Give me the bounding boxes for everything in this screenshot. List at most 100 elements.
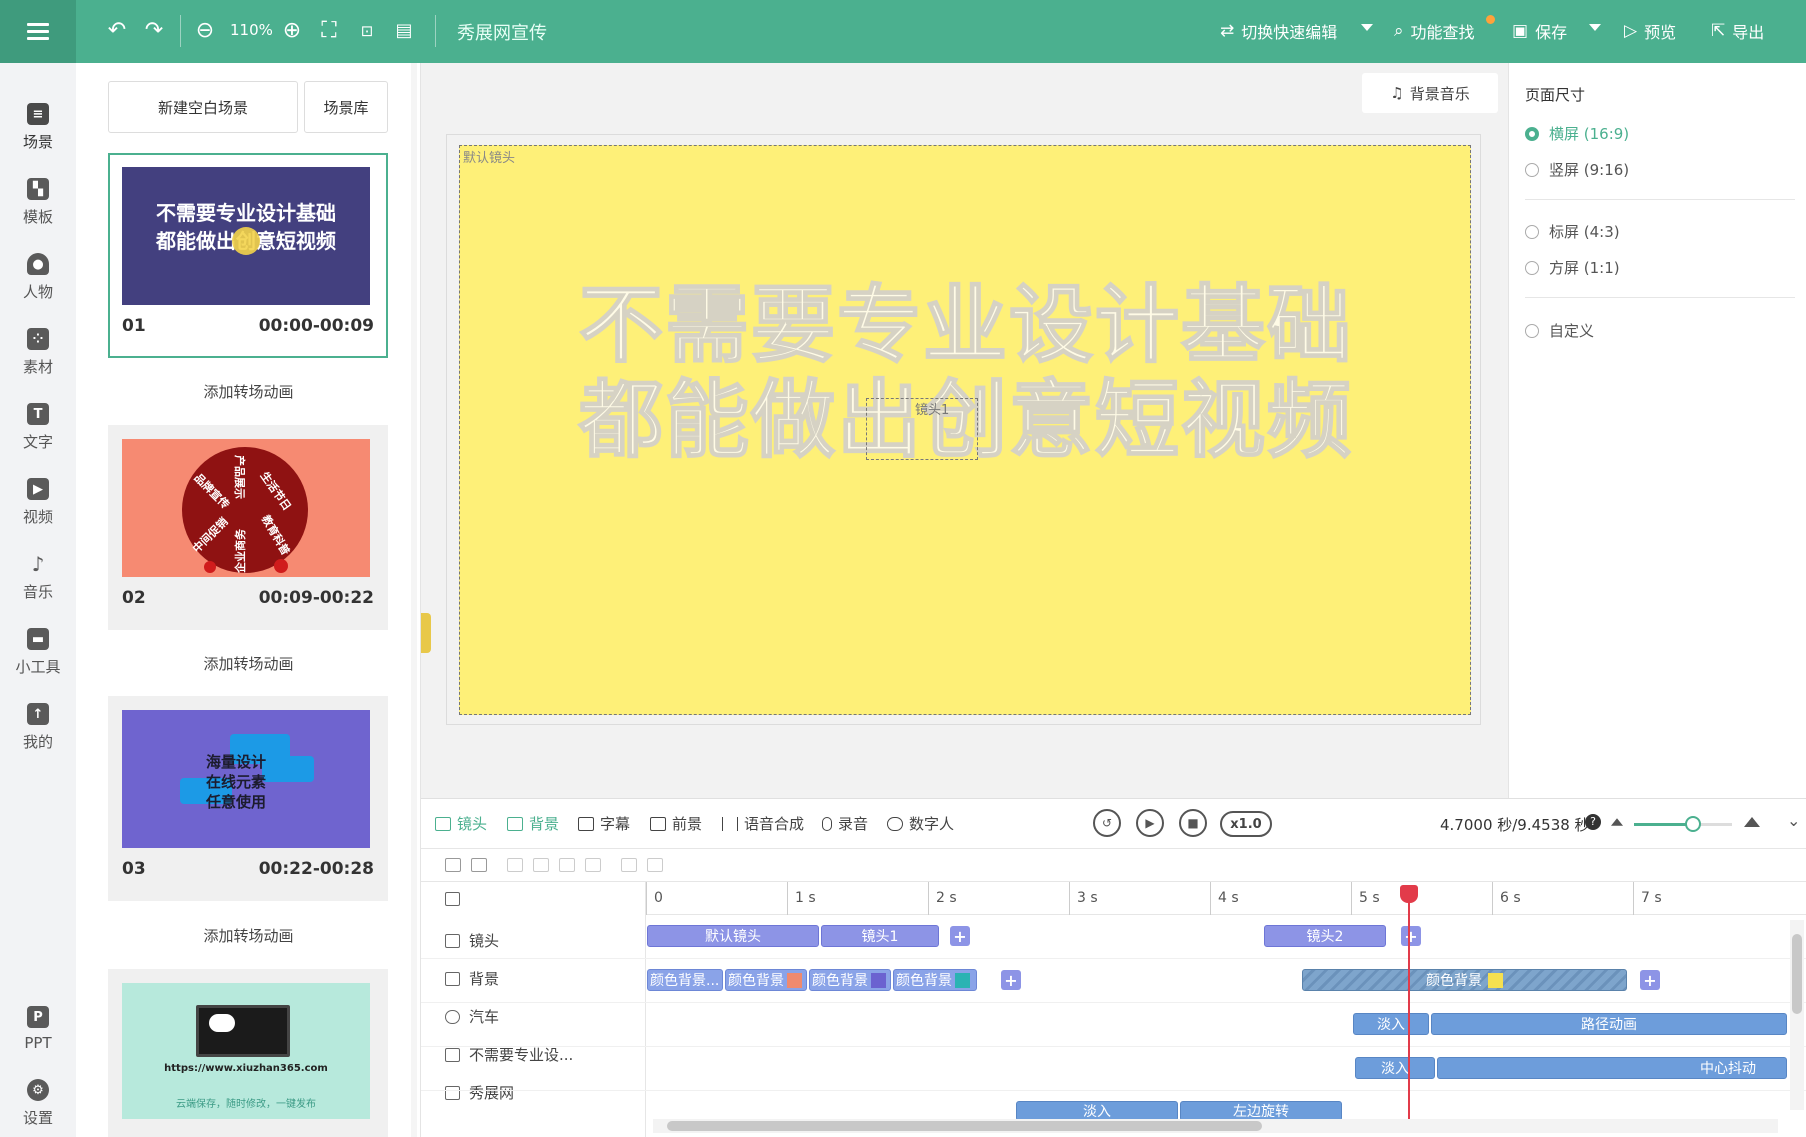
clip-color-bg[interactable]: 颜色背景 (893, 969, 977, 991)
clip-fade-in[interactable]: 淡入 (1355, 1057, 1435, 1079)
nav-item-mine[interactable]: ↑ 我的 (0, 703, 76, 773)
scene-panel-scrollbar[interactable] (411, 63, 417, 1137)
size-option-custom[interactable]: 自定义 (1525, 320, 1594, 341)
tab-digital-human[interactable]: 数字人 (887, 813, 954, 834)
new-blank-scene-button[interactable]: 新建空白场景 (108, 81, 298, 133)
unlink-icon[interactable] (647, 858, 663, 872)
nav-item-templates[interactable]: ▚ 模板 (0, 178, 76, 248)
add-transition-link[interactable]: 添加转场动画 (76, 925, 421, 946)
add-lens-button[interactable]: + (1401, 926, 1421, 946)
slider-handle[interactable] (1684, 816, 1701, 832)
clip-color-bg[interactable]: 颜色背景 (809, 969, 891, 991)
timeline-vertical-scrollbar[interactable] (1790, 920, 1804, 1110)
scene-card-02[interactable]: 品牌宣传 生活节日 中间促销 教育科普 企业商务 产品展示 02 00:09-0… (108, 425, 388, 630)
cloud-icon (209, 1014, 235, 1032)
quick-edit-button[interactable]: ⇄ 切换快速编辑 (1220, 19, 1337, 43)
nav-item-ppt[interactable]: P PPT (0, 1006, 76, 1076)
add-transition-link[interactable]: 添加转场动画 (76, 653, 421, 674)
nav-item-scenes[interactable]: ≡ 场景 (0, 103, 76, 173)
timeline-zoom-slider[interactable] (1634, 816, 1732, 832)
size-option-16-9[interactable]: 横屏 (16:9) (1525, 123, 1629, 144)
panel-collapse-handle[interactable] (421, 613, 431, 653)
undo-icon[interactable]: ↶ (104, 18, 130, 44)
clip-color-bg-selected[interactable]: 颜色背景 (1302, 969, 1627, 991)
link-icon[interactable] (621, 858, 637, 872)
filter-icon[interactable] (445, 858, 461, 872)
size-option-9-16[interactable]: 竖屏 (9:16) (1525, 159, 1629, 180)
zoom-out-mountain-icon[interactable] (1611, 818, 1623, 826)
tracks-layout-icon[interactable] (445, 892, 460, 906)
actual-size-icon[interactable]: ⊡ (354, 18, 380, 44)
add-lens-button[interactable]: + (950, 926, 970, 946)
clip-color-bg[interactable]: 颜色背景... (647, 969, 723, 991)
clip-default-lens[interactable]: 默认镜头 (647, 925, 819, 947)
speed-button[interactable]: x1.0 (1220, 811, 1272, 837)
playhead[interactable] (1408, 885, 1410, 1121)
clip-lens-1[interactable]: 镜头1 (821, 925, 939, 947)
nav-item-characters[interactable]: ● 人物 (0, 253, 76, 323)
scene-library-button[interactable]: 场景库 (304, 81, 388, 133)
clip-left-rotate[interactable]: 左边旋转 (1180, 1101, 1342, 1121)
nav-item-settings[interactable]: ⚙ 设置 (0, 1079, 76, 1137)
zoom-out-icon[interactable]: ⊖ (192, 18, 218, 44)
distribute-icon[interactable] (585, 858, 601, 872)
tab-record[interactable]: 录音 (822, 813, 868, 834)
zoom-in-mountain-icon[interactable] (1744, 817, 1760, 827)
scrollbar-thumb[interactable] (1792, 934, 1802, 1014)
radio-icon (1525, 260, 1539, 275)
nav-item-materials[interactable]: ⁘ 素材 (0, 328, 76, 398)
clip-lens-2[interactable]: 镜头2 (1264, 925, 1386, 947)
document-title[interactable]: 秀展网宣传 (457, 19, 547, 45)
clip-color-bg[interactable]: 颜色背景 (725, 969, 807, 991)
playhead-handle[interactable] (1400, 885, 1418, 903)
stop-icon[interactable]: ■ (1179, 809, 1207, 837)
zoom-in-icon[interactable]: ⊕ (279, 18, 305, 44)
nav-item-tools[interactable]: ▬ 小工具 (0, 628, 76, 698)
export-button[interactable]: ⇱ 导出 (1711, 19, 1764, 43)
clip-fade-in[interactable]: 淡入 (1353, 1013, 1429, 1035)
scene-card-03[interactable]: 海量设计 在线元素 任意使用 03 00:22-00:28 (108, 696, 388, 901)
nav-item-video[interactable]: ▶ 视频 (0, 478, 76, 548)
menu-button[interactable] (0, 0, 76, 63)
timeline-horizontal-scrollbar[interactable] (653, 1119, 1778, 1133)
help-icon[interactable]: ? (1585, 814, 1601, 830)
tab-foreground[interactable]: 前景 (650, 813, 702, 834)
layout-icon[interactable]: ▤ (391, 18, 417, 44)
chevron-down-icon[interactable] (1589, 24, 1601, 31)
tab-subtitle[interactable]: 字幕 (578, 813, 630, 834)
redo-icon[interactable]: ↷ (141, 18, 167, 44)
clip-fade-in[interactable]: 淡入 (1016, 1101, 1178, 1121)
collapse-chevron-icon[interactable]: ⌄ (1787, 811, 1800, 830)
tab-tts[interactable]: 语音合成 (722, 813, 804, 834)
feature-search-button[interactable]: ⌕ 功能查找 (1394, 19, 1475, 43)
background-music-button[interactable]: ♫ 背景音乐 (1362, 73, 1498, 113)
play-icon[interactable]: ▶ (1136, 809, 1164, 837)
chevron-down-icon[interactable] (1361, 24, 1373, 31)
scene-card-01[interactable]: 不需要专业设计基础 都能做出创意短视频 01 00:00-00:09 (108, 153, 388, 358)
add-background-button[interactable]: + (1001, 970, 1021, 990)
align-right-icon[interactable] (559, 858, 575, 872)
track-row-background: 颜色背景... 颜色背景 颜色背景 颜色背景 + 颜色背景 + (421, 959, 1806, 1003)
scene-thumbnail: 海量设计 在线元素 任意使用 (122, 710, 370, 848)
size-option-1-1[interactable]: 方屏 (1:1) (1525, 257, 1620, 278)
fullscreen-icon[interactable]: ⛶ (316, 18, 342, 44)
wheel-graphic: 品牌宣传 生活节日 中间促销 教育科普 企业商务 产品展示 (182, 447, 308, 573)
clip-path-animation[interactable]: 路径动画 (1431, 1013, 1787, 1035)
nav-item-music[interactable]: ♪ 音乐 (0, 552, 76, 623)
size-option-4-3[interactable]: 标屏 (4:3) (1525, 221, 1620, 242)
tab-lens[interactable]: 镜头 (435, 813, 487, 834)
group-icon[interactable] (471, 858, 487, 872)
timeline-ruler[interactable]: 0 1 s 2 s 3 s 4 s 5 s 6 s 7 s (646, 882, 1806, 915)
align-left-icon[interactable] (507, 858, 523, 872)
tab-background[interactable]: 背景 (507, 813, 559, 834)
clip-center-shake[interactable]: 中心抖动 (1437, 1057, 1787, 1079)
add-transition-link[interactable]: 添加转场动画 (76, 381, 421, 402)
nav-item-text[interactable]: T 文字 (0, 403, 76, 473)
scene-card-04[interactable]: https://www.xiuzhan365.com 云端保存，随时修改，一键发… (108, 969, 388, 1137)
scrollbar-thumb[interactable] (667, 1121, 1262, 1131)
replay-icon[interactable]: ↺ (1093, 809, 1121, 837)
preview-button[interactable]: ▷ 预览 (1624, 19, 1676, 43)
add-background-button[interactable]: + (1640, 970, 1660, 990)
align-center-icon[interactable] (533, 858, 549, 872)
save-button[interactable]: ▣ 保存 (1512, 19, 1567, 43)
